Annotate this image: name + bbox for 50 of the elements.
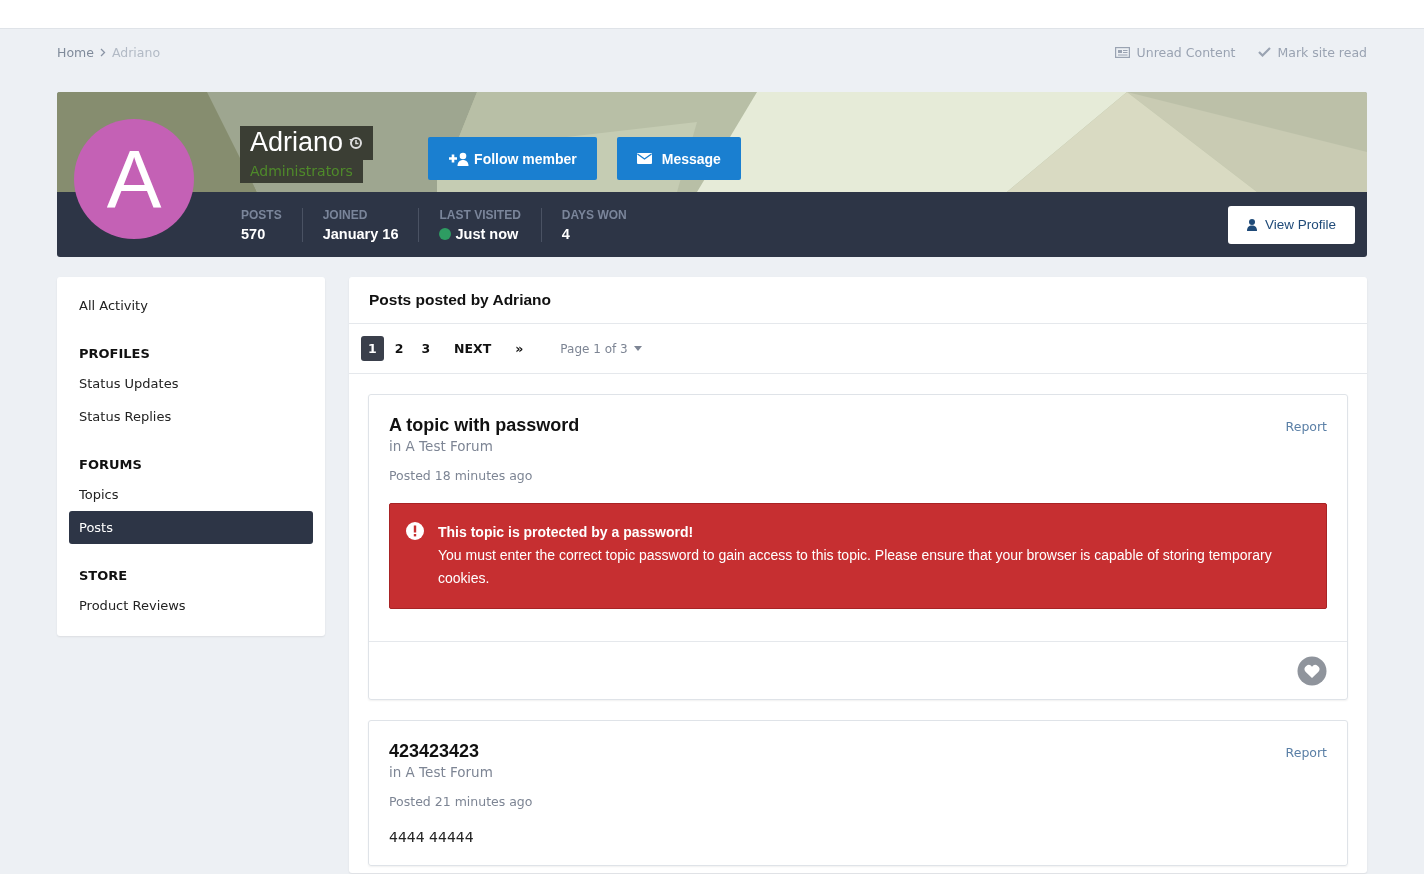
stat-value: Just now	[439, 225, 521, 242]
sidebar-heading: FORUMS	[78, 456, 143, 474]
post-content: 4444 44444	[388, 828, 475, 847]
stat-value: January 16	[322, 225, 399, 242]
member-name: Adriano	[250, 127, 344, 158]
stat-label: POSTS	[241, 207, 282, 222]
sidebar-item[interactable]: Topics	[69, 478, 313, 511]
stat-label: JOINED	[322, 207, 369, 222]
alert-message: You must enter the correct topic password to gain access to this topic. Please ensure that your browser is capable of storing temporary cookies.	[438, 546, 1273, 588]
sidebar-item[interactable]: Status Replies	[69, 400, 313, 433]
newspaper-icon	[1114, 46, 1130, 58]
page-link[interactable]: 2	[387, 336, 411, 361]
member-group: Administrators	[240, 160, 363, 183]
add-user-icon	[448, 151, 471, 166]
envelope-icon	[636, 153, 652, 164]
caret-icon	[633, 346, 642, 351]
forum-link[interactable]: in A Test Forum	[389, 764, 493, 780]
post-title[interactable]: A topic with password	[389, 415, 580, 436]
sidebar-heading: PROFILES	[78, 345, 151, 363]
user-icon	[1246, 218, 1257, 231]
checkmark-icon	[1257, 47, 1271, 57]
post-title[interactable]: 423423423	[389, 741, 480, 762]
stat-value: 570	[241, 225, 267, 242]
last-page-link[interactable]: »	[508, 336, 531, 361]
stat-label: DAYS WON	[561, 207, 627, 222]
history-icon[interactable]	[349, 135, 364, 150]
panel-title: Posts posted by Adriano	[349, 277, 1367, 324]
page-link[interactable]: 3	[414, 336, 438, 361]
sidebar-heading: STORE	[78, 567, 129, 585]
sidebar-item[interactable]: Status Updates	[69, 367, 313, 400]
alert-title: This topic is protected by a password!	[438, 523, 695, 542]
sidebar-item[interactable]: Posts	[69, 511, 313, 544]
sidebar-item[interactable]: All Activity	[69, 289, 313, 322]
follow-button[interactable]: Follow member	[428, 137, 597, 180]
exclamation-icon	[406, 522, 424, 540]
stat-label: LAST VISITED	[439, 207, 521, 222]
avatar[interactable]: A	[74, 119, 194, 239]
page-jump-dropdown[interactable]: Page 1 of 3	[560, 341, 642, 356]
sidebar-item[interactable]: Product Reviews	[69, 589, 313, 622]
report-link[interactable]: Report	[1285, 419, 1327, 483]
post-date: Posted 21 minutes ago	[389, 794, 533, 809]
view-profile-button[interactable]: View Profile	[1227, 205, 1355, 244]
report-link[interactable]: Report	[1285, 745, 1327, 809]
stat-value: 4	[561, 225, 571, 242]
chevron-icon	[99, 47, 106, 57]
post-date: Posted 18 minutes ago	[389, 468, 533, 483]
forum-link[interactable]: in A Test Forum	[389, 438, 493, 454]
message-button[interactable]: Message	[616, 137, 741, 180]
page-link[interactable]: 1	[361, 336, 384, 361]
next-page-link[interactable]: NEXT	[447, 336, 499, 361]
